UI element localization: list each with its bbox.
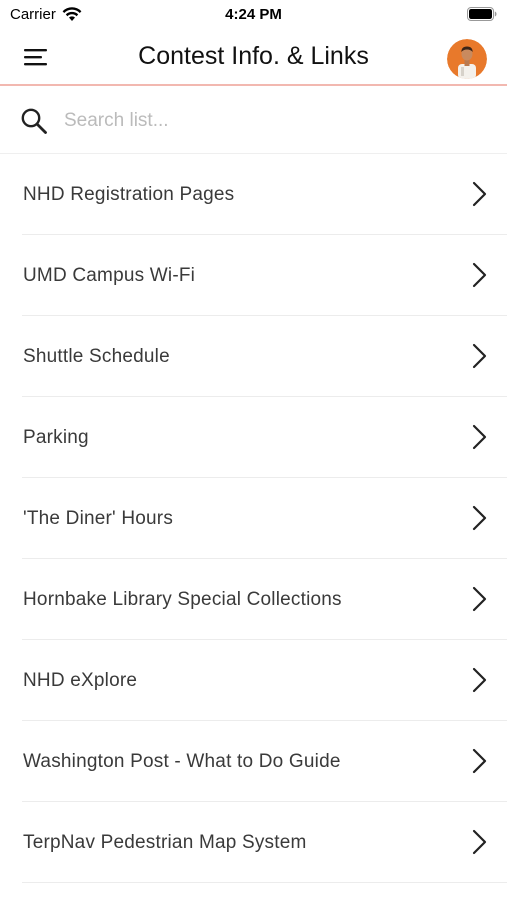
chevron-right-icon — [472, 586, 487, 612]
battery-icon — [467, 7, 497, 21]
app-screen: Carrier 4:24 PM Contest Info. & Links Se… — [0, 0, 507, 900]
chevron-right-icon — [472, 343, 487, 369]
clock: 4:24 PM — [225, 6, 282, 23]
status-bar: Carrier 4:24 PM — [0, 0, 507, 30]
avatar[interactable] — [447, 39, 487, 79]
nav-bar: Contest Info. & Links — [0, 30, 507, 86]
chevron-right-icon — [472, 667, 487, 693]
list-item[interactable]: 'The Diner' Hours — [0, 478, 507, 559]
page-title: Contest Info. & Links — [138, 42, 369, 70]
list-item[interactable]: UMD Campus Wi-Fi — [0, 235, 507, 316]
list-item[interactable]: TerpNav Pedestrian Map System — [0, 802, 507, 883]
list-item[interactable]: Washington Post - What to Do Guide — [0, 721, 507, 802]
list-item-label: Shuttle Schedule — [23, 345, 170, 367]
search-bar — [0, 88, 507, 154]
list-item-label: Parking — [23, 426, 89, 448]
list-item-label: 'The Diner' Hours — [23, 507, 174, 529]
link-list: NHD Registration Pages UMD Campus Wi-Fi … — [0, 154, 507, 883]
list-item[interactable]: NHD eXplore — [0, 640, 507, 721]
chevron-right-icon — [472, 181, 487, 207]
list-item-label: TerpNav Pedestrian Map System — [23, 831, 307, 853]
search-icon — [21, 108, 47, 134]
chevron-right-icon — [472, 262, 487, 288]
list-item-label: NHD eXplore — [23, 669, 138, 691]
list-item-label: UMD Campus Wi-Fi — [23, 264, 196, 286]
list-item[interactable]: Hornbake Library Special Collections — [0, 559, 507, 640]
list-item-label: Hornbake Library Special Collections — [23, 588, 342, 610]
chevron-right-icon — [472, 748, 487, 774]
search-input[interactable] — [62, 108, 466, 133]
chevron-right-icon — [472, 829, 487, 855]
chevron-right-icon — [472, 424, 487, 450]
list-item-label: NHD Registration Pages — [23, 183, 235, 205]
chevron-right-icon — [472, 505, 487, 531]
list-item[interactable]: NHD Registration Pages — [0, 154, 507, 235]
list-item[interactable]: Parking — [0, 397, 507, 478]
list-item-label: Washington Post - What to Do Guide — [23, 750, 341, 772]
user-avatar-icon — [447, 39, 487, 79]
list-item[interactable]: Shuttle Schedule — [0, 316, 507, 397]
